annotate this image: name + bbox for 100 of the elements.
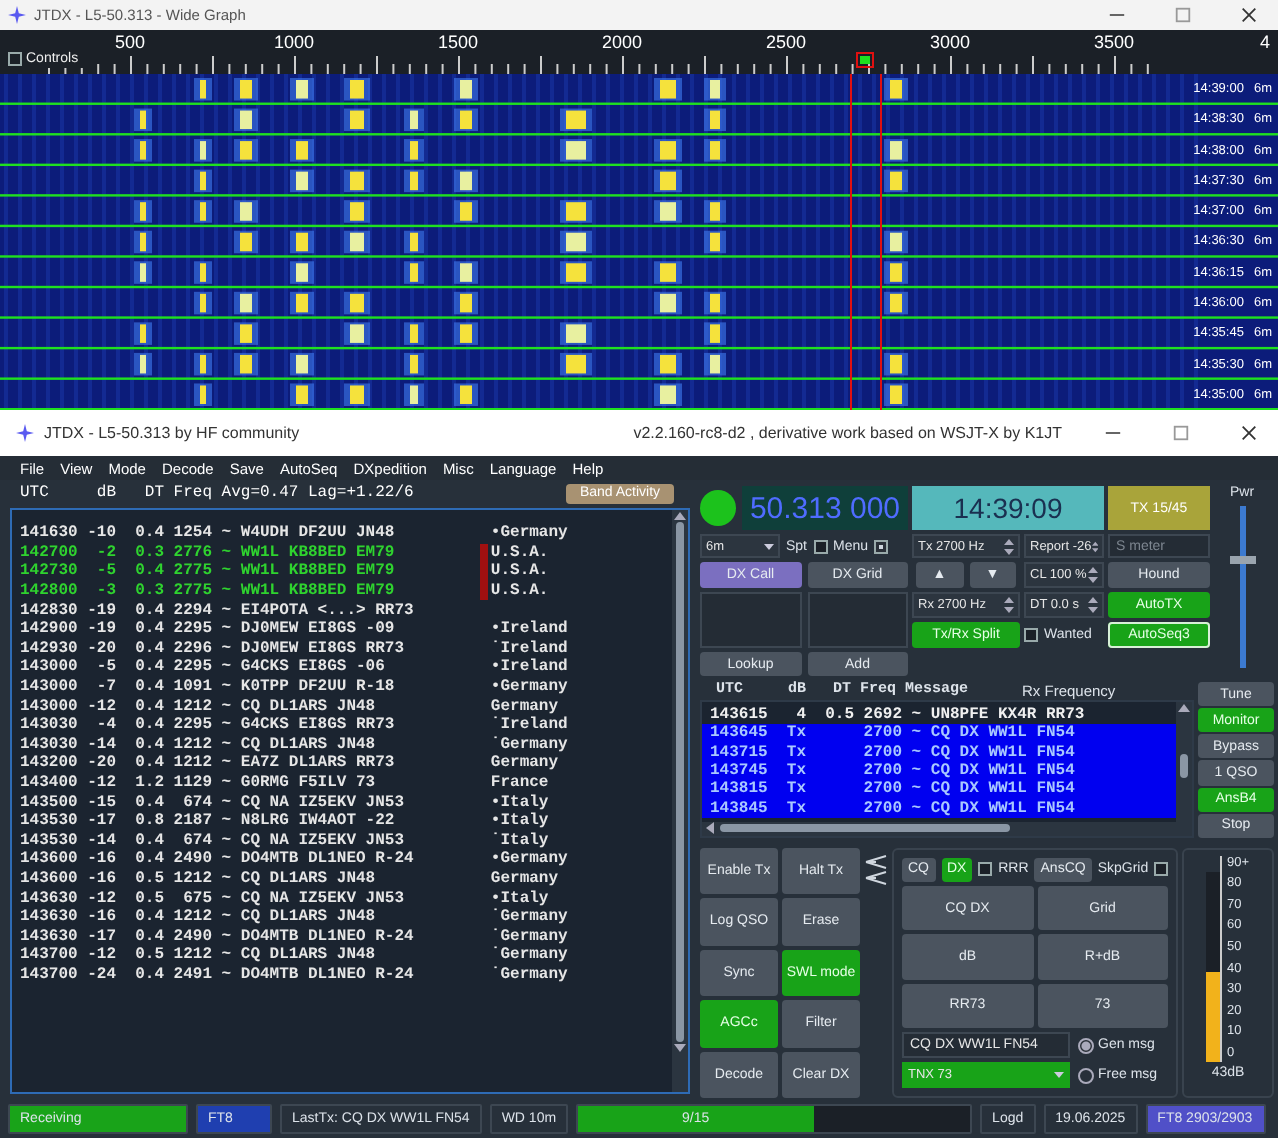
- scroll-down-icon[interactable]: [674, 1042, 686, 1054]
- table-cell-text: •Germany: [490, 850, 570, 869]
- scroll-up-icon[interactable]: [1178, 702, 1190, 714]
- skpgrid-checkbox[interactable]: [1154, 862, 1168, 877]
- table-cell: 142830: [20, 601, 78, 620]
- table-cell-text: ~ DO4MTB DL1NEO R-24: [219, 965, 416, 984]
- table-cell-text: U.S.A.: [490, 582, 551, 601]
- table-cell: 143200: [20, 754, 78, 773]
- dx-grid-field[interactable]: [807, 592, 908, 648]
- table-cell-text: 0.4: [133, 562, 164, 581]
- menu-checkbox[interactable]: [874, 539, 889, 553]
- table-cell-text: 0.4: [133, 697, 164, 716]
- table-cell-text: France: [490, 774, 551, 793]
- table-cell-text: ~ DJ0MEW EI8GS RR73: [219, 639, 407, 658]
- table-cell-text: 0.4: [133, 620, 164, 639]
- caret-icon: [764, 543, 774, 549]
- table-cell-text: ~ CQ NA IZ5EKV JN53: [219, 889, 407, 908]
- tx-marker-icon[interactable]: [856, 52, 874, 68]
- table-cell-text: 2296: [171, 639, 212, 658]
- status-led: [700, 490, 736, 526]
- table-cell-text: •Ireland: [490, 658, 570, 677]
- table-cell-text: -17: [85, 927, 116, 946]
- radio-button[interactable]: [1078, 1037, 1094, 1053]
- table-cell-text: ~ G0RMG F5ILV 73: [219, 774, 378, 793]
- table-cell-text: 2295: [171, 716, 212, 735]
- table-cell-text: 0.4: [133, 735, 164, 754]
- table-cell-text: 1129: [171, 774, 212, 793]
- table-cell: 143000: [20, 697, 78, 716]
- table-cell-text: ~ EI4POTA <...> RR73: [219, 601, 416, 620]
- table-cell-text: ˙Germany: [490, 965, 570, 984]
- table-cell-text: ~ CQ NA IZ5EKV JN53: [219, 831, 407, 850]
- table-cell-text: 2776: [171, 543, 212, 562]
- table-cell-text: -20: [85, 754, 116, 773]
- table-cell: 143500: [20, 793, 78, 812]
- antenna-icon: [864, 853, 888, 886]
- table-cell-text: 2294: [171, 601, 212, 620]
- scale-label: 3500: [1093, 32, 1135, 52]
- table-cell-text: 1212: [171, 869, 212, 888]
- controls-checkbox[interactable]: [8, 52, 22, 66]
- table-cell: 143530: [20, 812, 78, 831]
- list-row[interactable]: 143815 Tx 2700 ~ CQ DX WW1L FN54: [702, 780, 1176, 799]
- table-cell-text: -14: [85, 735, 116, 754]
- table-cell-text: 0.4: [133, 524, 164, 543]
- maximize-icon[interactable]: [1172, 424, 1190, 442]
- table-cell-text: 0.4: [133, 658, 164, 677]
- table-cell-text: ~ DO4MTB DL1NEO R-24: [219, 850, 416, 869]
- spin-arrows-icon[interactable]: [1004, 537, 1014, 555]
- table-cell: 142700: [20, 543, 78, 562]
- horizontal-scrollbar[interactable]: [702, 821, 1192, 836]
- list-row[interactable]: 143615 4 0.5 2692 ~ UN8PFE KX4R RR73: [702, 706, 1176, 725]
- table-cell-text: -15: [85, 793, 116, 812]
- column-header: Freq: [171, 484, 212, 502]
- table-cell-text: 0.4: [133, 927, 164, 946]
- table-cell-text: 0.4: [133, 601, 164, 620]
- table-cell: 142900: [20, 620, 78, 639]
- table-cell-text: -12: [85, 889, 116, 908]
- table-cell-text: 1091: [171, 678, 212, 697]
- spin-arrows-icon[interactable]: [1004, 596, 1014, 614]
- table-cell-text: ~ G4CKS EI8GS RR73: [219, 716, 397, 735]
- table-cell-text: -5: [94, 658, 116, 677]
- table-cell-text: 675: [181, 889, 212, 908]
- table-cell-text: 0.4: [133, 908, 164, 927]
- table-cell-text: 0.4: [133, 850, 164, 869]
- table-cell: 143400: [20, 774, 78, 793]
- wanted-checkbox[interactable]: [1024, 628, 1038, 642]
- table-cell-text: 0.3: [133, 582, 164, 601]
- table-cell-text: 674: [181, 831, 212, 850]
- table-cell: 142800: [20, 582, 78, 601]
- spt-checkbox[interactable]: [813, 539, 828, 553]
- table-cell: 143600: [20, 850, 78, 869]
- table-cell-text: 0.3: [133, 543, 164, 562]
- table-cell-text: -16: [85, 869, 116, 888]
- scroll-up-icon[interactable]: [674, 510, 686, 522]
- spin-arrows-icon[interactable]: [1088, 566, 1098, 584]
- stats-text: Avg=0.47 Lag=+1.22/6: [219, 484, 416, 502]
- close-icon[interactable]: [1240, 6, 1258, 24]
- table-cell-text: ˙Germany: [490, 927, 570, 946]
- table-cell-text: -4: [94, 716, 116, 735]
- scrollbar[interactable]: [1176, 702, 1192, 822]
- table-cell: 143030: [20, 735, 78, 754]
- table-cell-text: 2775: [171, 562, 212, 581]
- table-cell: 143030: [20, 716, 78, 735]
- scale-label: 4: [1260, 32, 1271, 52]
- scrollbar[interactable]: [672, 510, 688, 1092]
- list-row[interactable]: 143845 Tx 2700 ~ CQ DX WW1L FN54: [702, 798, 1176, 818]
- table-cell: 141630: [20, 524, 78, 543]
- spin-arrows-icon[interactable]: [1091, 537, 1098, 555]
- close-icon[interactable]: [1240, 424, 1258, 442]
- radio-button[interactable]: [1078, 1067, 1094, 1083]
- maximize-icon[interactable]: [1174, 6, 1192, 24]
- dx-call-field[interactable]: [700, 592, 801, 648]
- caret-icon: [1054, 1072, 1064, 1078]
- star-icon: [8, 6, 26, 24]
- spin-arrows-icon[interactable]: [1088, 596, 1098, 614]
- table-cell-text: •Germany: [490, 678, 570, 697]
- table-cell-text: ~ CQ DL1ARS JN48: [219, 908, 378, 927]
- list-row[interactable]: 143645 Tx 2700 ~ CQ DX WW1L FN54: [702, 724, 1176, 744]
- rrr-checkbox[interactable]: [978, 862, 993, 877]
- scroll-left-icon[interactable]: [706, 822, 716, 835]
- table-cell: 143600: [20, 869, 78, 888]
